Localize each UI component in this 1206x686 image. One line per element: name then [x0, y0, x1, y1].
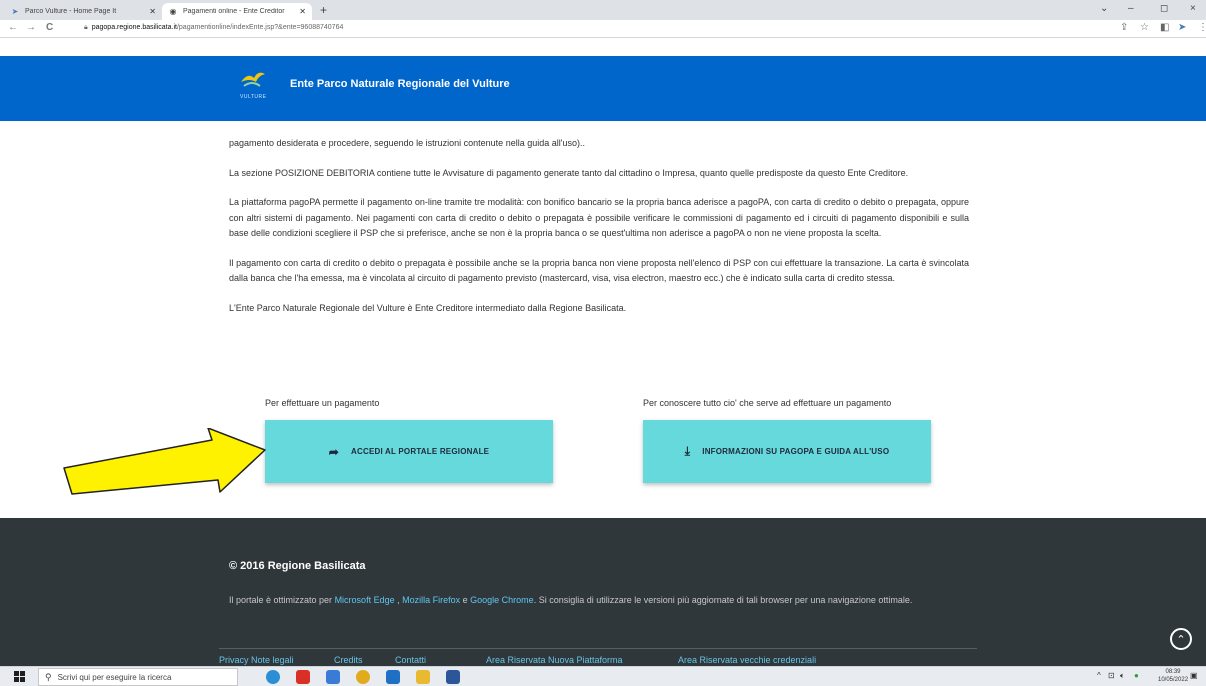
search-icon: ⚲ [45, 671, 52, 682]
paragraph: La sezione POSIZIONE DEBITORIA contiene … [229, 167, 909, 178]
volume-icon[interactable]: 🔈︎ [1120, 671, 1125, 681]
scroll-top-button[interactable]: ⌃ [1170, 628, 1192, 650]
footer-link-credits[interactable]: Credits [334, 655, 363, 665]
url-path: /pagamentionline/indexEnte.jsp?&ente=960… [176, 24, 344, 31]
chevron-up-icon: ⌃ [1176, 633, 1186, 646]
browser-tab-parco-vulture[interactable]: ➤ Parco Vulture - Home Page It ✕ [4, 3, 162, 20]
tray-chevron-icon[interactable]: ^ [1097, 671, 1101, 680]
forward-button[interactable]: → [26, 22, 36, 33]
chrome-link[interactable]: Google Chrome [470, 595, 534, 605]
bookmark-star-icon[interactable]: ☆ [1140, 22, 1149, 33]
accedi-portale-button[interactable]: ➦ ACCEDI AL PORTALE REGIONALE [265, 420, 553, 483]
edge-link[interactable]: Microsoft Edge [335, 595, 395, 605]
bird-favicon-icon: ➤ [11, 7, 19, 16]
paragraph: Il pagamento con carta di credito o debi… [229, 257, 969, 284]
taskbar-clock[interactable]: 08:39 10/05/2022 [1158, 668, 1188, 684]
tab-search-chevron-icon[interactable]: ⌄ [1100, 3, 1108, 14]
clock-date: 10/05/2022 [1158, 677, 1189, 683]
browser-note: Il portale è ottimizzato per Microsoft E… [229, 592, 969, 608]
browser-tab-pagamenti[interactable]: ◉ Pagamenti online - Ente Creditor ✕ [162, 3, 312, 20]
file-explorer-icon[interactable] [416, 670, 430, 684]
note-prefix: Il portale è ottimizzato per [229, 595, 335, 605]
footer-link-privacy[interactable]: Privacy Note legali [219, 655, 294, 665]
notifications-icon[interactable]: ▣ [1190, 671, 1198, 680]
download-icon: ⤓ [684, 444, 691, 458]
close-tab-icon[interactable]: ✕ [299, 7, 306, 16]
pdf-app-icon[interactable] [296, 670, 310, 684]
store-app-icon[interactable] [326, 670, 340, 684]
close-window-button[interactable]: × [1190, 3, 1196, 14]
share-arrow-icon: ➦ [328, 444, 340, 459]
paragraph: L'Ente Parco Naturale Regionale del Vult… [229, 302, 627, 313]
main-content: pagamento desiderata e procedere, seguen… [229, 136, 969, 330]
info-pagopa-button[interactable]: ⤓ INFORMAZIONI SU PAGOPA E GUIDA ALL'USO [643, 420, 931, 483]
copyright-text: © 2016 Regione Basilicata [229, 560, 366, 572]
windows-taskbar: ⚲ Scrivi qui per eseguire la ricerca ^ ⊡… [0, 666, 1206, 686]
url-field[interactable]: 🔒︎ pagopa.regione.basilicata.it/pagamenti… [84, 24, 343, 32]
tab-title: Parco Vulture - Home Page It [25, 8, 117, 15]
windows-start-icon[interactable] [14, 671, 25, 682]
cta-left-label: Per effettuare un pagamento [265, 398, 380, 408]
yellow-pointer-arrow [63, 428, 266, 495]
outlook-app-icon[interactable] [386, 670, 400, 684]
browser-tab-bar: ➤ Parco Vulture - Home Page It ✕ ◉ Pagam… [0, 0, 1206, 20]
site-title: Ente Parco Naturale Regionale del Vultur… [290, 78, 510, 90]
button-label: ACCEDI AL PORTALE REGIONALE [351, 447, 490, 456]
clock-time: 08:39 [1165, 669, 1181, 675]
button-label: INFORMAZIONI SU PAGOPA E GUIDA ALL'USO [702, 447, 890, 456]
footer-divider [219, 648, 977, 649]
site-footer: © 2016 Regione Basilicata Il portale è o… [0, 518, 1206, 666]
note-separator: e [460, 595, 471, 605]
site-header: VULTURE Ente Parco Naturale Regionale de… [0, 56, 1206, 121]
note-suffix: . Si consiglia di utilizzare le versioni… [533, 595, 913, 605]
url-host: pagopa.regione.basilicata.it [91, 24, 177, 31]
share-icon[interactable]: ⇪ [1120, 22, 1128, 33]
taskbar-search-input[interactable]: ⚲ Scrivi qui per eseguire la ricerca [38, 668, 238, 686]
cta-right-label: Per conoscere tutto cio' che serve ad ef… [643, 398, 892, 408]
network-icon[interactable]: ⊡ [1108, 671, 1115, 680]
word-app-icon[interactable] [446, 670, 460, 684]
side-panel-icon[interactable]: ◧ [1160, 22, 1169, 33]
reload-button[interactable]: C [46, 22, 53, 33]
maximize-window-button[interactable]: ◻ [1160, 3, 1168, 14]
footer-link-area-vecchie[interactable]: Area Riservata vecchie credenziali [678, 655, 816, 665]
new-tab-button[interactable]: + [320, 3, 327, 17]
globe-favicon-icon: ◉ [169, 7, 177, 16]
profile-extension-icon[interactable]: ➤ [1178, 22, 1186, 33]
browser-address-bar: ← → C 🔒︎ pagopa.regione.basilicata.it/pag… [0, 20, 1206, 38]
firefox-link[interactable]: Mozilla Firefox [402, 595, 460, 605]
tab-title: Pagamenti online - Ente Creditor [183, 8, 285, 15]
update-icon[interactable]: ● [1134, 671, 1139, 680]
search-placeholder: Scrivi qui per eseguire la ricerca [57, 672, 172, 682]
edge-app-icon[interactable] [266, 670, 280, 684]
note-separator: , [394, 595, 403, 605]
logo-text: VULTURE [240, 94, 267, 100]
footer-link-area-nuova[interactable]: Area Riservata Nuova Piattaforma [486, 655, 623, 665]
lock-icon: 🔒︎ [84, 24, 88, 31]
paragraph: pagamento desiderata e procedere, seguen… [229, 138, 585, 148]
paragraph: La piattaforma pagoPA permette il pagame… [229, 197, 969, 238]
close-tab-icon[interactable]: ✕ [149, 7, 156, 16]
footer-link-contatti[interactable]: Contatti [395, 655, 426, 665]
vulture-logo[interactable]: VULTURE [238, 64, 268, 104]
back-button[interactable]: ← [8, 22, 18, 33]
menu-kebab-icon[interactable]: ⋮ [1198, 22, 1206, 33]
chrome-app-icon[interactable] [356, 670, 370, 684]
minimize-window-button[interactable]: – [1128, 3, 1134, 14]
